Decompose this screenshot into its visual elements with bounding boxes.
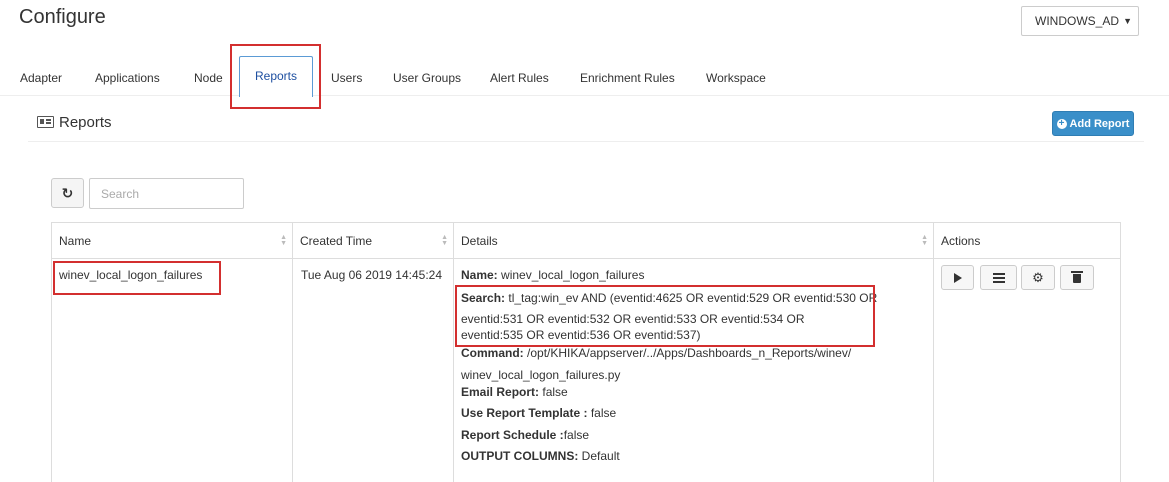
search-input[interactable] xyxy=(89,178,244,209)
list-icon xyxy=(992,272,1005,283)
detail-template: Use Report Template : false xyxy=(461,406,617,420)
delete-button[interactable] xyxy=(1060,265,1094,290)
refresh-button[interactable]: ↻ xyxy=(51,178,84,208)
newspaper-icon xyxy=(37,116,54,128)
sort-icon: ▲ ▼ xyxy=(441,234,448,247)
plus-circle-icon: + xyxy=(1056,118,1067,129)
detail-command: Command: /opt/KHIKA/appserver/../Apps/Da… xyxy=(461,346,852,360)
search-query-highlight xyxy=(455,285,875,347)
detail-schedule: Report Schedule :false xyxy=(461,428,590,442)
trash-icon xyxy=(1071,271,1083,283)
view-results-button[interactable] xyxy=(980,265,1017,290)
header-details[interactable]: Details ▲ ▼ xyxy=(454,223,934,259)
tab-bar: Adapter Applications Node Reports Users … xyxy=(0,56,1169,97)
header-details-label: Details xyxy=(461,234,498,248)
gear-icon: ⚙ xyxy=(1032,269,1044,285)
environment-select[interactable]: WINDOWS_AD ▼ xyxy=(1021,6,1139,36)
detail-email: Email Report: false xyxy=(461,385,568,399)
column-divider xyxy=(453,259,454,482)
tab-workspace[interactable]: Workspace xyxy=(706,58,766,96)
header-created-time[interactable]: Created Time ▲ ▼ xyxy=(293,223,454,259)
report-name-highlight xyxy=(53,261,221,295)
tab-alert-rules[interactable]: Alert Rules xyxy=(490,58,549,96)
tab-adapter[interactable]: Adapter xyxy=(20,58,62,96)
tab-applications[interactable]: Applications xyxy=(95,58,160,96)
column-divider xyxy=(292,259,293,482)
tab-user-groups[interactable]: User Groups xyxy=(393,58,461,96)
play-icon xyxy=(953,272,962,283)
refresh-icon: ↻ xyxy=(61,184,74,201)
header-created-label: Created Time xyxy=(300,234,373,248)
run-report-button[interactable] xyxy=(941,265,974,290)
section-title: Reports xyxy=(59,114,112,131)
tab-enrichment-rules[interactable]: Enrichment Rules xyxy=(580,58,675,96)
detail-output: OUTPUT COLUMNS: Default xyxy=(461,449,620,463)
environment-select-value: WINDOWS_AD xyxy=(1035,14,1119,28)
column-divider xyxy=(933,259,934,482)
sort-icon: ▲ ▼ xyxy=(280,234,287,247)
settings-button[interactable]: ⚙ xyxy=(1021,265,1055,290)
tab-node[interactable]: Node xyxy=(194,58,223,96)
section-header: Reports xyxy=(28,108,1144,142)
page-title: Configure xyxy=(19,6,106,28)
add-report-button[interactable]: + Add Report xyxy=(1052,111,1134,136)
reports-tab-highlight xyxy=(230,44,321,109)
created-time: Tue Aug 06 2019 14:45:24 xyxy=(301,268,443,282)
sort-icon: ▲ ▼ xyxy=(921,234,928,247)
header-actions-label: Actions xyxy=(941,234,981,248)
header-actions: Actions xyxy=(934,223,1120,259)
add-report-label: Add Report xyxy=(1069,117,1130,130)
header-name-label: Name xyxy=(59,234,92,248)
tab-users[interactable]: Users xyxy=(331,58,362,96)
detail-name: Name: winev_local_logon_failures xyxy=(461,268,645,282)
detail-command-cont: winev_local_logon_failures.py xyxy=(461,368,621,382)
header-name[interactable]: Name ▲ ▼ xyxy=(52,223,293,259)
caret-down-icon: ▼ xyxy=(1123,16,1132,26)
